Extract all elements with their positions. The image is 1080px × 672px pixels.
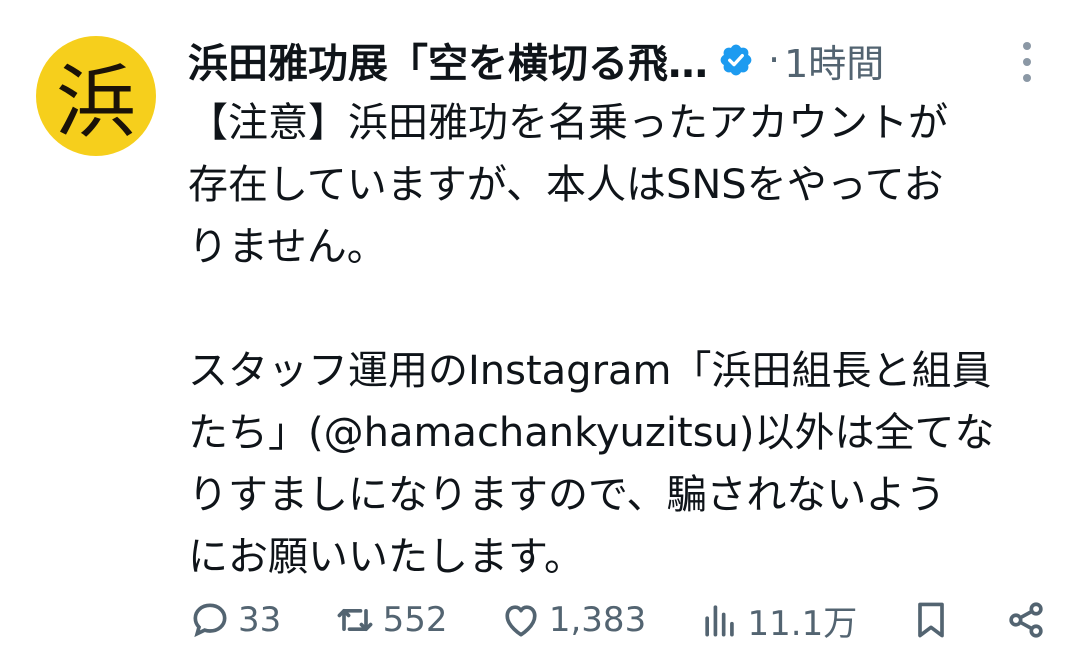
tweet-header: 浜田雅功展「空を横切る飛… · 1時間 [188,30,1018,90]
tweet-line: りすましになりますので、騙されないよう [188,472,946,518]
avatar[interactable]: 浜 [36,36,156,156]
share-button[interactable] [1004,598,1048,642]
reply-count: 33 [238,600,282,640]
views-button[interactable]: 11.1万 [698,596,858,645]
tweet-text: 【注意】浜田雅功を名乗ったアカウントが 存在していますが、本人はSNSをやってお… [188,92,1048,588]
bookmark-icon [917,602,944,638]
retweet-button[interactable]: 552 [333,598,448,642]
retweet-count: 552 [382,600,448,640]
heart-icon [505,605,537,637]
timestamp[interactable]: 1時間 [784,33,884,88]
display-name[interactable]: 浜田雅功展「空を横切る飛… [188,31,708,89]
like-count: 1,383 [548,600,647,640]
verified-badge-icon [720,44,752,76]
bookmark-button[interactable] [909,598,953,642]
tweet-line [188,278,1048,340]
tweet-line: にお願いいたします。 [188,534,584,580]
tweet-line: りません。 [188,224,387,270]
tweet-line: たち」(@hamachankyuzitsu)以外は全てな [188,410,995,456]
view-count: 11.1万 [747,603,858,644]
views-icon [704,605,734,637]
retweet-icon [337,609,373,631]
action-bar: 33 552 1,383 11.1万 [188,590,1048,650]
reply-button[interactable]: 33 [188,598,281,642]
tweet-line: 存在していますが、本人はSNSをやってお [188,162,944,208]
tweet-line: 【注意】浜田雅功を名乗ったアカウントが [188,100,948,146]
more-options-icon[interactable] [1020,42,1034,82]
share-icon [1009,602,1043,638]
like-button[interactable]: 1,383 [499,598,646,642]
separator-dot: · [768,38,781,82]
tweet-line: スタッフ運用のInstagram「浜田組長と組員 [188,348,992,394]
reply-icon [193,603,227,638]
